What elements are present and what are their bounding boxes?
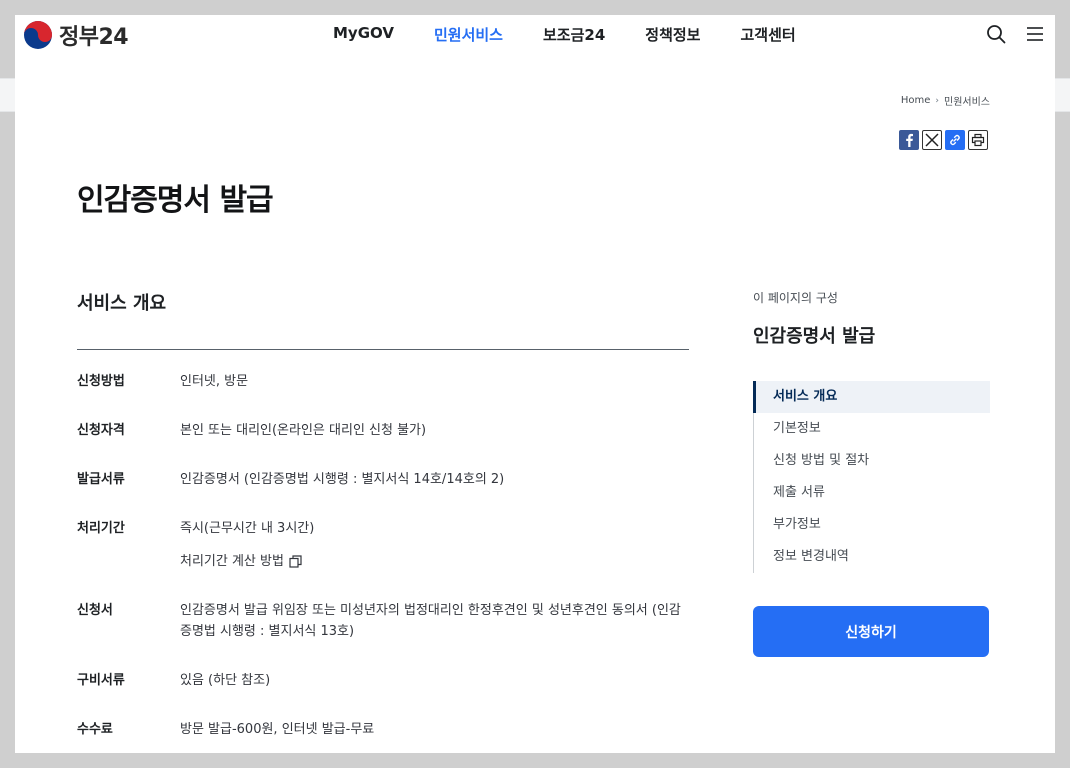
breadcrumb-home[interactable]: Home bbox=[901, 95, 931, 106]
row-value: 방문 발급-600원, 인터넷 발급-무료 bbox=[180, 722, 375, 737]
site-logo[interactable]: 정부24 bbox=[23, 19, 129, 51]
x-icon bbox=[925, 133, 939, 147]
nav-mygov[interactable]: MyGOV bbox=[333, 24, 394, 45]
toc-item-basic-info[interactable]: 기본정보 bbox=[754, 413, 990, 445]
breadcrumb: Home › 민원서비스 bbox=[901, 93, 990, 108]
main-nav: MyGOV 민원서비스 보조금24 정책정보 고객센터 bbox=[333, 24, 836, 45]
facebook-icon bbox=[906, 133, 913, 147]
print-button[interactable] bbox=[968, 130, 988, 150]
row-value-group: 즉시(근무시간 내 3시간) 처리기간 계산 방법 bbox=[180, 518, 689, 572]
nav-customer-center[interactable]: 고객센터 bbox=[740, 24, 795, 45]
row-label: 신청서 bbox=[77, 603, 113, 618]
toc-title: 인감증명서 발급 bbox=[753, 326, 876, 347]
toc-item-documents[interactable]: 제출 서류 bbox=[754, 477, 990, 509]
x-share-button[interactable] bbox=[922, 130, 942, 150]
row-label: 발급서류 bbox=[77, 472, 125, 487]
site-header: 정부24 MyGOV 민원서비스 보조금24 정책정보 고객센터 bbox=[15, 15, 1055, 78]
processing-time-calc-link[interactable]: 처리기간 계산 방법 bbox=[180, 551, 302, 572]
row-label: 처리기간 bbox=[77, 521, 125, 536]
apply-button[interactable]: 신청하기 bbox=[753, 606, 989, 657]
toc-caption: 이 페이지의 구성 bbox=[753, 291, 838, 305]
row-label: 신청자격 bbox=[77, 423, 125, 438]
toc-list: 서비스 개요 기본정보 신청 방법 및 절차 제출 서류 부가정보 정보 변경내… bbox=[753, 381, 990, 573]
row-value: 있음 (하단 참조) bbox=[180, 673, 271, 688]
link-icon bbox=[950, 134, 960, 146]
nav-subsidy24[interactable]: 보조금24 bbox=[543, 24, 605, 45]
copy-link-button[interactable] bbox=[945, 130, 965, 150]
row-value: 인터넷, 방문 bbox=[180, 374, 249, 389]
section-title-overview: 서비스 개요 bbox=[77, 293, 167, 314]
share-tools bbox=[899, 130, 991, 150]
toc-item-change-history[interactable]: 정보 변경내역 bbox=[754, 541, 990, 573]
chevron-right-icon: › bbox=[935, 95, 939, 106]
row-label: 수수료 bbox=[77, 722, 113, 737]
toc-item-procedure[interactable]: 신청 방법 및 절차 bbox=[754, 445, 990, 477]
copy-popup-icon bbox=[289, 555, 302, 568]
header-actions bbox=[967, 24, 1045, 44]
section-divider bbox=[77, 349, 689, 350]
nav-policy-info[interactable]: 정책정보 bbox=[645, 24, 700, 45]
link-label: 처리기간 계산 방법 bbox=[180, 554, 284, 569]
page-title: 인감증명서 발급 bbox=[77, 183, 274, 218]
facebook-share-button[interactable] bbox=[899, 130, 919, 150]
row-value: 즉시(근무시간 내 3시간) bbox=[180, 521, 315, 536]
taegeuk-logo-icon bbox=[24, 21, 52, 49]
menu-icon[interactable] bbox=[1025, 24, 1045, 44]
breadcrumb-current[interactable]: 민원서비스 bbox=[944, 93, 990, 108]
logo-text: 정부24 bbox=[59, 25, 129, 50]
search-icon[interactable] bbox=[986, 24, 1006, 44]
row-label: 구비서류 bbox=[77, 673, 125, 688]
print-icon bbox=[971, 133, 985, 147]
toc-item-overview[interactable]: 서비스 개요 bbox=[753, 381, 990, 413]
row-value: 인감증명서 발급 위임장 또는 미성년자의 법정대리인 한정후견인 및 성년후견… bbox=[180, 603, 681, 639]
row-label: 신청방법 bbox=[77, 374, 125, 389]
toc-item-additional-info[interactable]: 부가정보 bbox=[754, 509, 990, 541]
page-container: 정부24 MyGOV 민원서비스 보조금24 정책정보 고객센터 인감증명서 발… bbox=[15, 15, 1055, 753]
nav-civil-service[interactable]: 민원서비스 bbox=[434, 24, 503, 45]
row-value: 인감증명서 (인감증명법 시행령 : 별지서식 14호/14호의 2) bbox=[180, 472, 505, 487]
row-value: 본인 또는 대리인(온라인은 대리인 신청 불가) bbox=[180, 423, 427, 438]
